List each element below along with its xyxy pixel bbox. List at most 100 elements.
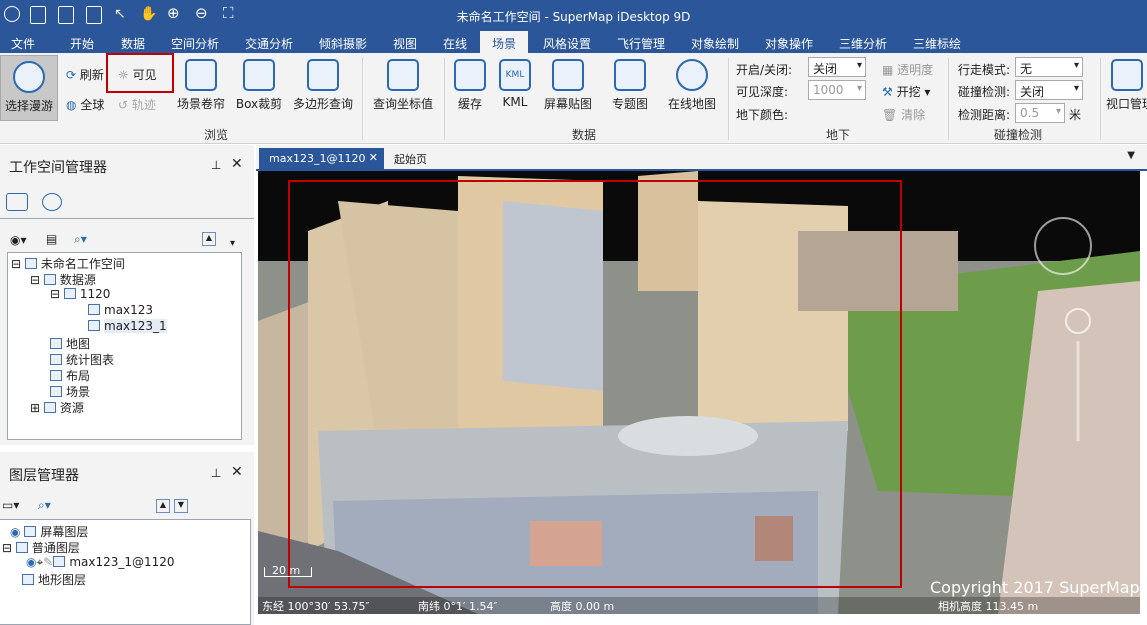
navigation-compass[interactable] [1033, 216, 1093, 276]
layer-screen[interactable]: ◉ 屏幕图层 [10, 523, 88, 540]
view-toggle-icon[interactable]: ◉▾ [10, 233, 27, 247]
zoom-slider[interactable] [1072, 311, 1086, 451]
walk-mode-label: 行走模式: [958, 63, 1011, 77]
tab-3d-analysis[interactable]: 三维分析 [839, 35, 887, 52]
tab-traffic[interactable]: 交通分析 [245, 35, 293, 52]
tab-start[interactable]: 开始 [70, 35, 94, 52]
close-icon[interactable]: ✕ [231, 464, 243, 480]
transparency-button[interactable]: ▦ 透明度 [882, 61, 933, 78]
database-tab-icon[interactable] [42, 193, 62, 211]
tab-scene[interactable]: 场景 [480, 31, 529, 53]
tab-style[interactable]: 风格设置 [543, 35, 591, 52]
tab-online[interactable]: 在线 [443, 35, 467, 52]
clear-button[interactable]: 🗑 清除 [882, 106, 925, 123]
layer-terrain[interactable]: 地形图层 [22, 571, 86, 588]
walk-mode-select[interactable]: 无 [1015, 57, 1083, 77]
tree-node-charts[interactable]: 统计图表 [50, 351, 114, 368]
selection-highlight [288, 180, 902, 588]
status-elev: 高度 0.00 m [550, 600, 615, 613]
tab-list-icon[interactable]: ▼ [1127, 150, 1135, 161]
scene-view[interactable]: 20 m Copyright 2017 SuperMap 东经 100°30′ … [258, 171, 1140, 614]
refresh-button[interactable]: ⟳ 刷新 [66, 66, 104, 83]
excavate-button[interactable]: ⚒ 开挖 ▾ [882, 83, 930, 100]
visible-button[interactable]: ☼ 可见 [118, 66, 157, 83]
tree-node-workspace[interactable]: ⊟ 未命名工作空间 [11, 255, 125, 272]
query-coord-button[interactable]: 查询坐标值 [368, 59, 438, 112]
udb-icon [63, 288, 76, 299]
distance-input[interactable]: 0.5 [1015, 103, 1065, 123]
tab-file[interactable]: 文件 [11, 35, 35, 52]
datasource-icon [43, 274, 56, 285]
cache-button[interactable]: 缓存 [450, 59, 490, 112]
tab-start-page[interactable]: 起始页 [394, 151, 427, 167]
online-map-button[interactable]: 在线地图 [664, 59, 720, 112]
tab-3d-plot[interactable]: 三维标绘 [913, 35, 961, 52]
tab-draw[interactable]: 对象绘制 [691, 35, 739, 52]
separator [948, 58, 949, 140]
tab-close-icon[interactable]: ✕ [369, 151, 378, 164]
eye-icon[interactable]: ◉ [26, 555, 36, 569]
layer-style-icon[interactable]: ▭▾ [2, 498, 19, 512]
layer-up-icon[interactable]: ▲ [156, 499, 170, 513]
transparency-icon: ▦ [882, 63, 894, 77]
tree-node-datasources[interactable]: ⊟ 数据源 [30, 271, 96, 288]
tab-oblique[interactable]: 倾斜摄影 [319, 35, 367, 52]
underground-onoff-select[interactable]: 关闭 [808, 57, 866, 77]
title-bar: ↖ ✋ ⊕ ⊖ ⛶ 未命名工作空间 - SuperMap iDesktop 9D [0, 0, 1147, 31]
roam-button[interactable]: 选择漫游 [0, 55, 58, 121]
screen-paste-button[interactable]: 屏幕贴图 [540, 59, 596, 112]
tab-spatial[interactable]: 空间分析 [171, 35, 219, 52]
chart-icon [50, 354, 62, 365]
tab-data[interactable]: 数据 [121, 35, 145, 52]
tree-node-scenes[interactable]: 场景 [50, 383, 90, 400]
status-bar: 东经 100°30′ 53.75″ 南纬 0°1′ 1.54″ 高度 0.00 … [258, 597, 1140, 614]
layer-max123[interactable]: ◉⌖✎ max123_1@1120 [26, 555, 175, 570]
tab-view[interactable]: 视图 [393, 35, 417, 52]
eye-icon[interactable]: ◉ [10, 525, 20, 539]
layer-normal[interactable]: ⊟ 普通图层 [2, 539, 80, 556]
kml-button[interactable]: KML KML [496, 59, 534, 109]
curtain-button[interactable]: 场景卷帘 [175, 59, 227, 112]
collapse-icon[interactable]: ▾ [230, 238, 235, 249]
viewport-button[interactable]: 视口管理 [1106, 59, 1147, 112]
globe-button[interactable]: ◍ 全球 [66, 96, 104, 113]
collision-select[interactable]: 关闭 [1015, 80, 1083, 100]
pin-icon[interactable]: ⊥ [211, 466, 221, 480]
tab-flight[interactable]: 飞行管理 [617, 35, 665, 52]
collision-label: 碰撞检测: [958, 85, 1011, 99]
normal-layer-icon [15, 542, 28, 553]
window-title: 未命名工作空间 - SuperMap iDesktop 9D [456, 10, 691, 24]
tree-node-resources[interactable]: ⊞ 资源 [30, 399, 84, 416]
workspace-tab-icon[interactable] [6, 193, 28, 211]
tree-node-maps[interactable]: 地图 [50, 335, 90, 352]
move-up-icon[interactable]: ▲ [202, 232, 216, 246]
polygon-query-button[interactable]: 多边形查询 [290, 59, 356, 112]
pin-icon[interactable]: ⊥ [211, 158, 221, 172]
edit-icon[interactable]: ✎ [43, 555, 53, 569]
search-icon[interactable]: ⌕▾ [74, 232, 87, 247]
depth-input[interactable]: 1000 [808, 80, 866, 100]
tree-node-max123[interactable]: max123 [88, 303, 153, 317]
tree-node-layouts[interactable]: 布局 [50, 367, 90, 384]
tab-edit[interactable]: 对象操作 [765, 35, 813, 52]
copyright: Copyright 2017 SuperMap [930, 578, 1140, 597]
layer-down-icon[interactable]: ▼ [174, 499, 188, 513]
separator [1100, 58, 1101, 140]
tree-node-max123-1[interactable]: max123_1 [88, 319, 167, 333]
thematic-button[interactable]: 专题图 [608, 59, 652, 112]
tree-node-1120[interactable]: ⊟ 1120 [50, 287, 110, 301]
model-icon [88, 320, 100, 331]
cache-icon [454, 59, 486, 91]
separator [362, 58, 363, 140]
status-lat: 南纬 0°1′ 1.54″ [418, 600, 498, 613]
track-button[interactable]: ↺ 轨迹 [118, 96, 156, 113]
close-icon[interactable]: ✕ [231, 156, 243, 172]
box-clip-button[interactable]: Box裁剪 [234, 59, 284, 112]
new-doc-icon[interactable]: ▤ [46, 232, 57, 246]
layer-search-icon[interactable]: ⌕▾ [38, 498, 51, 513]
group-collision: 碰撞检测 [994, 128, 1043, 142]
tab-scene-window[interactable]: max123_1@1120 ✕ [259, 148, 384, 170]
status-lon: 东经 100°30′ 53.75″ [262, 600, 370, 613]
globe-icon: ◍ [66, 98, 77, 112]
kml-icon: KML [499, 59, 531, 91]
